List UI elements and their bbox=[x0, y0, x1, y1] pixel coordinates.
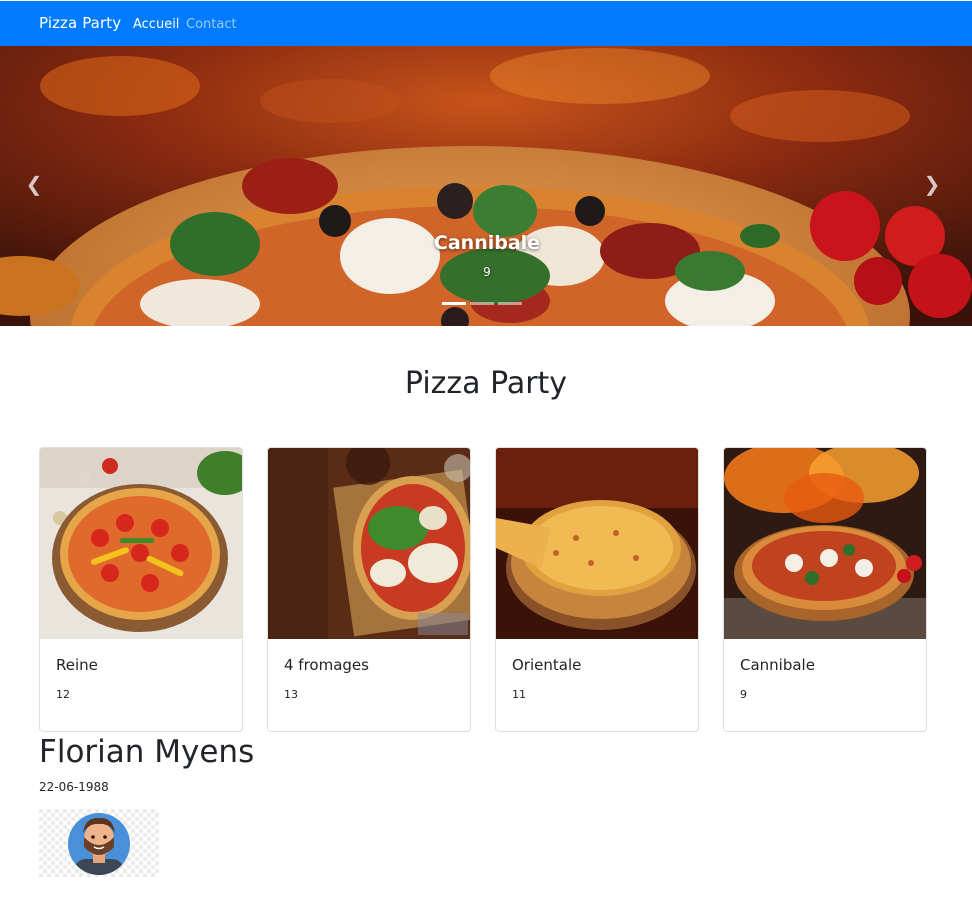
pizza-card[interactable]: Orientale 11 bbox=[495, 447, 699, 732]
pizza-price: 12 bbox=[56, 688, 70, 701]
page-title: Pizza Party bbox=[404, 366, 568, 401]
pizza-card[interactable]: 4 fromages 13 bbox=[267, 447, 471, 732]
carousel-caption-text: 9 bbox=[483, 265, 491, 279]
pizza-price: 11 bbox=[512, 688, 526, 701]
pizza-price: 13 bbox=[284, 688, 298, 701]
carousel-slide-image bbox=[0, 46, 972, 326]
pizza-image bbox=[40, 448, 242, 639]
carousel-indicator-3[interactable] bbox=[498, 302, 522, 305]
pizza-name: 4 fromages bbox=[284, 656, 369, 674]
pizza-image bbox=[496, 448, 698, 639]
pizza-name: Orientale bbox=[512, 656, 582, 674]
profile-birthdate: 22-06-1988 bbox=[39, 780, 109, 794]
chevron-left-icon: ❮ bbox=[25, 172, 43, 196]
avatar bbox=[39, 809, 159, 877]
pizza-card[interactable]: Cannibale 9 bbox=[723, 447, 927, 732]
profile-name: Florian Myens bbox=[39, 734, 255, 770]
nav-link-accueil[interactable]: Accueil bbox=[133, 17, 179, 32]
navbar: Pizza Party Accueil Contact bbox=[0, 1, 972, 46]
carousel-indicator-2[interactable] bbox=[470, 302, 494, 305]
nav-link-contact[interactable]: Contact bbox=[186, 17, 237, 32]
navbar-brand[interactable]: Pizza Party bbox=[39, 14, 121, 32]
pizza-image bbox=[268, 448, 470, 639]
chevron-right-icon: ❯ bbox=[923, 172, 941, 196]
carousel-caption-title: Cannibale bbox=[433, 232, 541, 254]
pizza-image bbox=[724, 448, 926, 639]
carousel-indicator-1[interactable] bbox=[442, 302, 466, 305]
hero-carousel: Cannibale 9 ❮ ❯ bbox=[0, 46, 972, 326]
carousel-indicators bbox=[442, 302, 522, 305]
pizza-name: Cannibale bbox=[740, 656, 815, 674]
pizza-name: Reine bbox=[56, 656, 98, 674]
pizza-card[interactable]: Reine 12 bbox=[39, 447, 243, 732]
carousel-next-button[interactable]: ❯ bbox=[922, 172, 942, 196]
pizza-price: 9 bbox=[740, 688, 747, 701]
carousel-prev-button[interactable]: ❮ bbox=[24, 172, 44, 196]
